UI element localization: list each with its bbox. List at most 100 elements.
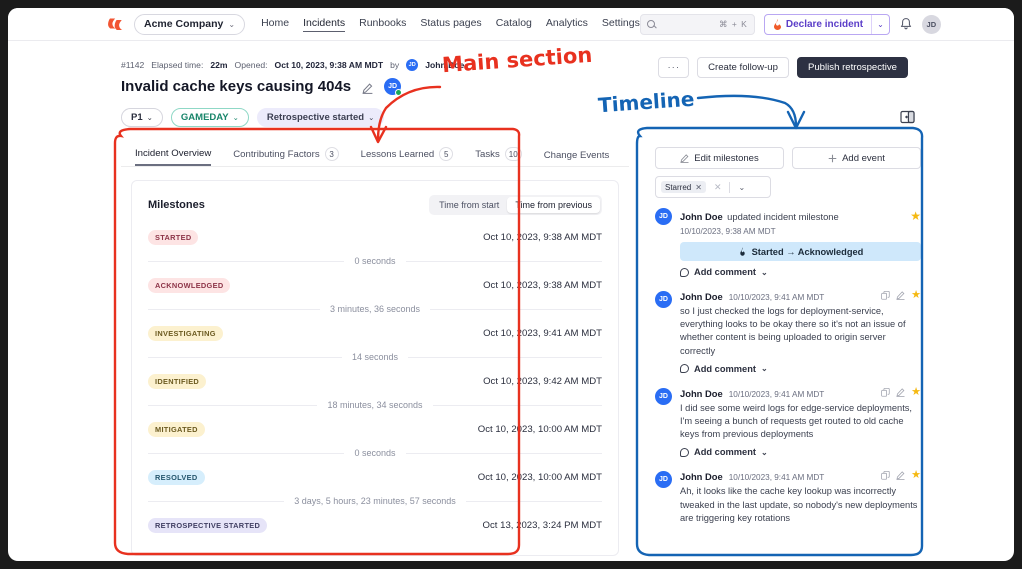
milestone-timestamp: Oct 10, 2023, 9:38 AM MDT (483, 231, 602, 243)
add-event-label: Add event (842, 152, 885, 164)
divider (729, 181, 731, 193)
tab-contributing-factors[interactable]: Contributing Factors 3 (233, 147, 339, 166)
more-actions-button[interactable]: ··· (658, 57, 690, 78)
tab-label: Change Events (543, 150, 610, 161)
gap-line (148, 308, 320, 310)
filter-chip-starred[interactable]: Starred ✕ (661, 181, 706, 193)
mode-chip[interactable]: GAMEDAY ⌄ (170, 108, 249, 127)
star-icon[interactable]: ★ (911, 470, 921, 481)
add-event-button[interactable]: Add event (792, 147, 921, 169)
milestone-row: STARTED Oct 10, 2023, 9:38 AM MDT (148, 224, 602, 250)
priority-chip[interactable]: P1 ⌄ (121, 108, 163, 127)
milestones-list: STARTED Oct 10, 2023, 9:38 AM MDT 0 seco… (148, 224, 603, 538)
page-title: Invalid cache keys causing 404s (121, 78, 352, 95)
nav-item-status-pages[interactable]: Status pages (420, 17, 481, 31)
tab-incident-overview[interactable]: Incident Overview (135, 148, 212, 166)
org-name: Acme Company (144, 18, 224, 30)
declare-incident-button[interactable]: Declare incident ⌄ (763, 13, 890, 35)
timeline-comment-text: I did see some weird logs for edge-servi… (680, 402, 913, 440)
annotation-timeline: Timeline (597, 86, 696, 118)
nav-item-settings[interactable]: Settings (602, 17, 640, 31)
by-label: by (390, 60, 400, 70)
reporter-avatar: JD (406, 59, 419, 71)
milestone-timestamp: Oct 10, 2023, 10:00 AM MDT (477, 423, 602, 435)
milestone-timestamp: Oct 10, 2023, 9:42 AM MDT (483, 375, 602, 387)
chevron-down-icon: ⌄ (146, 113, 153, 122)
gap-line (430, 308, 602, 310)
gap-line (148, 260, 345, 262)
brand-logo-icon[interactable] (107, 16, 124, 33)
search-input[interactable]: ⌘ + K (639, 13, 755, 35)
pencil-icon (680, 153, 689, 163)
tab-change-events[interactable]: Change Events (544, 150, 610, 166)
nav-item-runbooks[interactable]: Runbooks (359, 17, 406, 31)
milestone-gap: 0 seconds (148, 250, 602, 272)
time-from-start-option[interactable]: Time from start (431, 197, 507, 213)
incident-lead-avatar[interactable]: JD (384, 78, 403, 96)
status-chip-label: Retrospective started (266, 112, 365, 123)
timeline-author[interactable]: John Doe (680, 291, 723, 302)
gap-line (432, 404, 602, 406)
milestone-tag: IDENTIFIED (148, 373, 207, 389)
timeline-author[interactable]: John Doe (680, 471, 723, 482)
gap-line (148, 356, 342, 358)
gap-line (405, 260, 602, 262)
milestone-tag: RESOLVED (148, 469, 205, 485)
avatar: JD (655, 387, 672, 405)
timeline-author[interactable]: John Doe (680, 211, 723, 222)
create-follow-up-button[interactable]: Create follow-up (697, 57, 789, 78)
status-chip[interactable]: Retrospective started ⌄ (256, 108, 385, 127)
pencil-icon (896, 471, 905, 481)
timeline-actions: Edit milestones Add event (645, 140, 931, 169)
add-comment-button[interactable]: Add comment ⌄ (680, 364, 921, 374)
annotation-main-section: Main section (441, 42, 593, 78)
chevron-down-icon: ⌄ (760, 364, 768, 374)
milestones-card: Milestones Time from start Time from pre… (131, 180, 619, 556)
clear-filters-icon[interactable]: ✕ (714, 182, 722, 193)
star-icon[interactable]: ★ (911, 386, 921, 398)
org-switcher[interactable]: Acme Company ⌄ (134, 13, 246, 35)
add-comment-label: Add comment (694, 447, 756, 458)
nav-item-incidents[interactable]: Incidents (303, 17, 346, 32)
declare-incident-dropdown[interactable]: ⌄ (871, 14, 889, 34)
incident-header-actions: ··· Create follow-up Publish retrospecti… (658, 57, 908, 78)
main-section: Incident Overview Contributing Factors 3… (121, 140, 629, 561)
milestone-gap: 3 days, 5 hours, 23 minutes, 57 seconds (148, 490, 603, 512)
gap-line (408, 356, 603, 358)
tab-lessons-learned[interactable]: Lessons Learned 5 (361, 147, 454, 166)
nav-item-analytics[interactable]: Analytics (546, 17, 588, 31)
copy-icon (881, 291, 890, 300)
star-icon[interactable]: ★ (910, 210, 921, 222)
mode-chip-label: GAMEDAY (180, 112, 229, 123)
avatar: JD (655, 471, 672, 489)
tab-count-badge: 10 (504, 147, 522, 161)
add-comment-button[interactable]: Add comment ⌄ (680, 447, 921, 457)
nav-item-home[interactable]: Home (261, 17, 289, 31)
edit-title-pencil-icon[interactable] (362, 81, 373, 94)
toggle-side-panel-icon[interactable] (900, 110, 915, 124)
priority-chip-label: P1 (131, 112, 143, 123)
timeline-author[interactable]: John Doe (680, 388, 723, 399)
timeline-timestamp: 10/10/2023, 9:41 AM MDT (728, 293, 825, 302)
add-comment-button[interactable]: Add comment ⌄ (680, 267, 921, 277)
timeline-arrow (696, 94, 798, 128)
milestone-gap: 14 seconds (148, 346, 603, 368)
tab-tasks[interactable]: Tasks 10 (475, 147, 522, 166)
incident-reference: #1142 (121, 60, 145, 70)
user-avatar[interactable]: JD (921, 14, 941, 34)
gap-line (148, 452, 345, 454)
milestone-timestamp: Oct 10, 2023, 10:00 AM MDT (477, 471, 602, 483)
nav-item-catalog[interactable]: Catalog (496, 17, 532, 31)
avatar: JD (655, 291, 672, 308)
close-icon[interactable]: ✕ (695, 183, 702, 192)
milestone-timestamp: Oct 10, 2023, 9:38 AM MDT (483, 279, 602, 291)
milestone-timestamp: Oct 10, 2023, 9:41 AM MDT (483, 327, 602, 339)
time-from-previous-option[interactable]: Time from previous (507, 197, 600, 213)
notifications-bell-icon[interactable] (899, 17, 913, 31)
flame-icon (773, 18, 781, 30)
edit-milestones-button[interactable]: Edit milestones (655, 147, 784, 169)
timeline-filter-bar[interactable]: Starred ✕ ✕ ⌄ (655, 176, 771, 198)
publish-retrospective-button[interactable]: Publish retrospective (796, 57, 908, 78)
star-icon[interactable]: ★ (911, 290, 921, 301)
chevron-down-icon[interactable]: ⌄ (738, 183, 745, 192)
